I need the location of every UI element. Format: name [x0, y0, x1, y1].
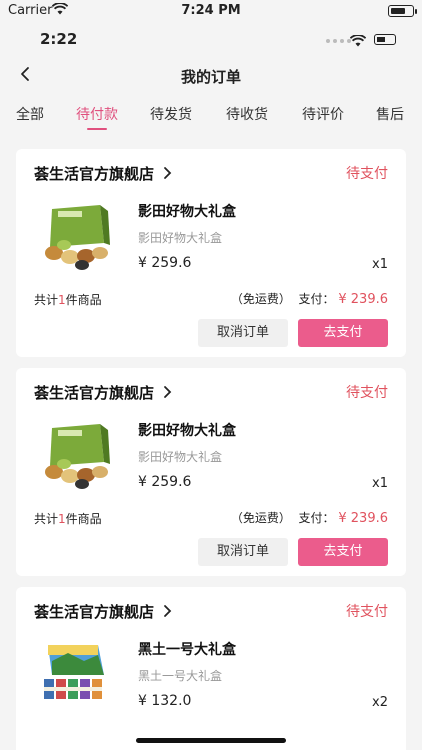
tab-label: 待发货	[150, 107, 192, 123]
product-quantity: x1	[372, 476, 388, 491]
tab-after-sales[interactable]: 售后	[376, 104, 404, 124]
item-count-prefix: 共计	[34, 293, 59, 307]
tab-label: 待付款	[76, 107, 118, 123]
tab-pending-review[interactable]: 待评价	[302, 104, 344, 124]
product-name[interactable]: 影田好物大礼盒	[138, 201, 236, 221]
tab-all[interactable]: 全部	[16, 104, 44, 124]
pay-label: 支付：	[298, 292, 335, 306]
system-status-bar: Carrier 7:24 PM	[0, 0, 422, 22]
pay-label: 支付：	[298, 511, 335, 525]
clock: 7:24 PM	[181, 3, 241, 18]
inner-clock: 2:22	[40, 30, 78, 48]
chevron-right-icon	[162, 604, 172, 622]
pay-button[interactable]: 去支付	[298, 538, 388, 566]
tab-label: 待收货	[226, 107, 268, 123]
product-name[interactable]: 影田好物大礼盒	[138, 420, 236, 440]
shipping-note: （免运费）	[230, 511, 291, 525]
product-price: ¥ 259.6	[138, 474, 192, 490]
store-name[interactable]: 荟生活官方旗舰店	[34, 601, 172, 622]
order-status: 待支付	[346, 166, 388, 182]
nav-header: 我的订单	[0, 58, 422, 94]
inner-status-bar: 2:22	[0, 28, 422, 52]
product-image[interactable]	[38, 201, 114, 271]
pay-amount: ¥ 239.6	[338, 511, 388, 526]
item-count-suffix: 件商品	[65, 293, 102, 307]
store-name-label: 荟生活官方旗舰店	[34, 384, 155, 402]
product-price: ¥ 132.0	[138, 693, 192, 709]
tab-label: 全部	[16, 107, 44, 123]
tab-label: 售后	[376, 107, 404, 123]
order-tabs: 全部 待付款 待发货 待收货 待评价 售后	[0, 100, 422, 134]
inner-wifi-icon	[349, 32, 367, 51]
product-image[interactable]	[38, 420, 114, 490]
product-spec: 影田好物大礼盒	[138, 450, 223, 464]
product-image[interactable]	[38, 639, 114, 709]
tab-pending-receipt[interactable]: 待收货	[226, 104, 268, 124]
store-name-label: 荟生活官方旗舰店	[34, 165, 155, 183]
payment-summary: （免运费） 支付： ¥ 239.6	[231, 509, 388, 526]
product-spec: 黑土一号大礼盒	[138, 669, 223, 683]
tab-pending-shipment[interactable]: 待发货	[150, 104, 192, 124]
item-count-number: 1	[58, 512, 66, 526]
store-name-label: 荟生活官方旗舰店	[34, 603, 155, 621]
item-count: 共计1件商品	[34, 510, 102, 527]
inner-battery-icon	[374, 34, 396, 45]
order-card: 荟生活官方旗舰店 待支付 影田好物大礼盒 影田好物大礼盒 ¥ 259.6 x1 …	[16, 368, 406, 576]
order-card: 荟生活官方旗舰店 待支付 影田好物大礼盒 影田好物大礼盒 ¥ 259.6 x1 …	[16, 149, 406, 357]
pay-amount: ¥ 239.6	[338, 292, 388, 307]
battery-icon	[388, 5, 417, 17]
tab-pending-payment[interactable]: 待付款	[76, 104, 118, 130]
order-status: 待支付	[346, 385, 388, 401]
item-count-prefix: 共计	[34, 512, 59, 526]
product-spec: 影田好物大礼盒	[138, 231, 223, 245]
item-count-suffix: 件商品	[65, 512, 102, 526]
item-count: 共计1件商品	[34, 291, 102, 308]
product-quantity: x2	[372, 695, 388, 710]
product-name[interactable]: 黑土一号大礼盒	[138, 639, 236, 659]
store-name[interactable]: 荟生活官方旗舰店	[34, 163, 172, 184]
shipping-note: （免运费）	[230, 292, 291, 306]
home-indicator[interactable]	[136, 738, 286, 743]
chevron-right-icon	[162, 385, 172, 403]
cancel-order-button[interactable]: 取消订单	[198, 319, 288, 347]
signal-dots-icon	[326, 39, 351, 43]
tab-label: 待评价	[302, 107, 344, 123]
pay-button[interactable]: 去支付	[298, 319, 388, 347]
store-name[interactable]: 荟生活官方旗舰店	[34, 382, 172, 403]
order-status: 待支付	[346, 604, 388, 620]
order-card: 荟生活官方旗舰店 待支付 黑土一号大礼盒 黑土一号大礼盒 ¥ 132.0 x2	[16, 587, 406, 750]
item-count-number: 1	[58, 293, 66, 307]
payment-summary: （免运费） 支付： ¥ 239.6	[231, 290, 388, 307]
page-title: 我的订单	[180, 68, 241, 86]
active-tab-indicator	[87, 128, 107, 130]
cancel-order-button[interactable]: 取消订单	[198, 538, 288, 566]
product-quantity: x1	[372, 257, 388, 272]
chevron-right-icon	[162, 166, 172, 184]
product-price: ¥ 259.6	[138, 255, 192, 271]
